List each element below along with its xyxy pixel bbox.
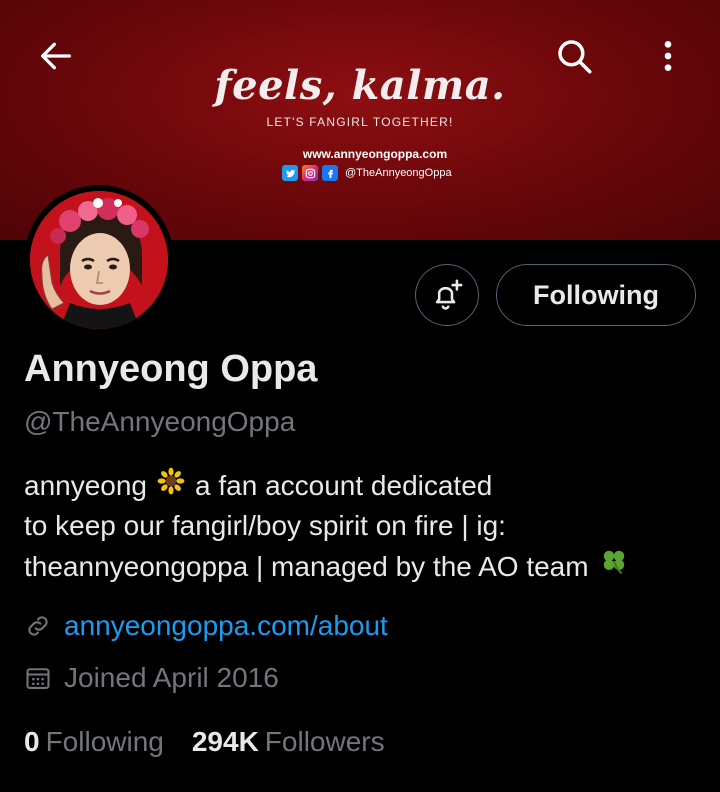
notifications-button[interactable] [415, 264, 479, 326]
following-count: 0 [24, 726, 40, 757]
bio-text: annyeong [24, 470, 148, 501]
bio-text: to keep our fangirl/boy spirit on fire |… [24, 510, 506, 541]
calendar-icon [26, 668, 50, 689]
bell-plus-icon [435, 279, 463, 310]
website-link[interactable]: annyeongoppa.com/about [64, 610, 388, 642]
instagram-icon [302, 165, 318, 181]
profile-handle: @TheAnnyeongOppa [24, 406, 296, 437]
following-button[interactable]: Following [496, 264, 696, 326]
bio-text: theannyeongoppa | managed by the AO team [24, 550, 589, 582]
sunflower-icon [157, 466, 185, 506]
link-icon [28, 616, 48, 636]
search-button[interactable] [550, 32, 598, 80]
following-stat[interactable]: 0 Following [24, 726, 164, 758]
more-vertical-icon [664, 41, 672, 71]
followers-count: 294K [191, 726, 259, 757]
avatar[interactable] [24, 185, 174, 335]
search-icon [558, 40, 592, 74]
followers-stat[interactable]: 294K Followers [192, 726, 385, 758]
bio-text: a fan account dedicated [195, 470, 493, 501]
avatar-illustration [30, 191, 168, 329]
back-button[interactable] [32, 32, 80, 80]
more-options-button[interactable] [644, 32, 692, 80]
profile-name: Annyeong Oppa [24, 348, 318, 390]
banner-title: feels, kalma. [214, 62, 506, 109]
banner-subtitle: LET'S FANGIRL TOGETHER! [266, 115, 454, 129]
banner-social-handle: @TheAnnyeongOppa [345, 167, 452, 179]
website-row: annyeongoppa.com/about [24, 610, 388, 642]
banner-social-row: @TheAnnyeongOppa [282, 164, 452, 182]
join-date: Joined April 2016 [64, 662, 279, 693]
twitter-icon [282, 165, 298, 181]
join-date-row: Joined April 2016 [24, 662, 279, 694]
arrow-left-icon [41, 42, 72, 70]
banner-url: www.annyeongoppa.com [302, 147, 448, 161]
followers-label: Followers [264, 726, 385, 757]
profile-bio: annyeong a fan account dedicated to keep… [24, 466, 704, 587]
facebook-icon [322, 165, 338, 181]
following-label: Following [45, 726, 164, 757]
shamrock-icon [599, 546, 629, 587]
follow-stats: 0 Following 294K Followers [24, 726, 385, 758]
